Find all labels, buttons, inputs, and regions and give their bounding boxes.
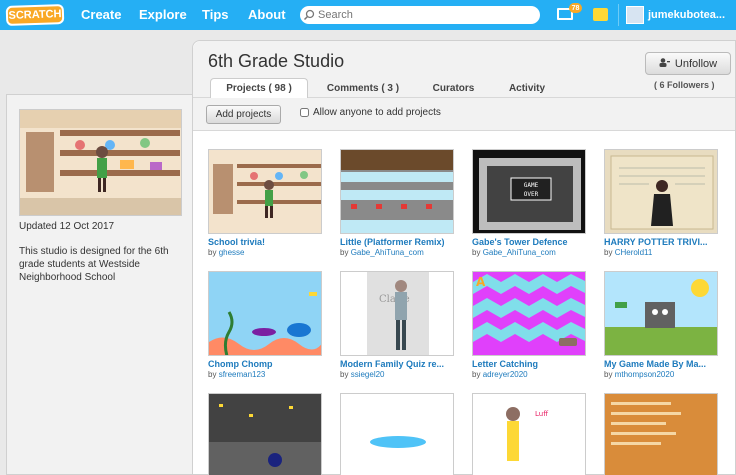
project-card[interactable]: GAME OVER Gabe's Tower Defence by Gabe_A… [472, 149, 586, 257]
studio-title: 6th Grade Studio [208, 51, 345, 71]
project-card[interactable]: Little (Platformer Remix) by Gabe_AhiTun… [340, 149, 454, 257]
project-title[interactable]: Chomp Chomp [208, 359, 322, 369]
project-card[interactable]: Claire Modern Family Quiz re... by ssieg… [340, 271, 454, 379]
project-title[interactable]: Modern Family Quiz re... [340, 359, 454, 369]
nav-create[interactable]: Create [81, 7, 121, 22]
project-thumbnail[interactable] [340, 149, 454, 234]
studio-updated-date: Updated 12 Oct 2017 [19, 221, 115, 232]
project-card[interactable]: School trivia! by ghesse [208, 149, 322, 257]
unfollow-label: Unfollow [674, 57, 718, 70]
user-icon [659, 57, 670, 70]
search-input[interactable] [318, 9, 528, 21]
nav-tips[interactable]: Tips [202, 7, 229, 22]
project-card[interactable]: A Letter Catching by adreyer2020 [472, 271, 586, 379]
project-title[interactable]: HARRY POTTER TRIVI... [604, 237, 718, 247]
scratch-logo[interactable]: SCRATCH [5, 3, 65, 27]
project-thumbnail[interactable] [604, 393, 718, 475]
project-title[interactable]: My Game Made By Ma... [604, 359, 718, 369]
project-byline: by mthompson2020 [604, 370, 718, 379]
project-byline: by Gabe_AhiTuna_com [472, 248, 586, 257]
project-author[interactable]: Gabe_AhiTuna_com [351, 248, 424, 257]
followers-count: ( 6 Followers ) [654, 80, 715, 90]
project-title[interactable]: Letter Catching [472, 359, 586, 369]
svg-text:GAME: GAME [524, 182, 539, 189]
nav-explore[interactable]: Explore [139, 7, 187, 22]
by-label: by [604, 248, 613, 257]
project-title[interactable]: Little (Platformer Remix) [340, 237, 454, 247]
add-projects-button[interactable]: Add projects [206, 105, 281, 124]
by-label: by [604, 370, 613, 379]
avatar[interactable] [626, 6, 644, 24]
allow-anyone-option[interactable]: Allow anyone to add projects [300, 107, 441, 118]
project-card[interactable] [208, 393, 322, 475]
by-label: by [472, 248, 481, 257]
tab-curators[interactable]: Curators [421, 78, 486, 99]
project-author[interactable]: CHerold11 [615, 248, 653, 257]
project-byline: by CHerold11 [604, 248, 718, 257]
project-thumbnail[interactable] [340, 393, 454, 475]
project-byline: by ghesse [208, 248, 322, 257]
studio-thumbnail [19, 109, 182, 216]
luff-label: Luff [535, 410, 548, 418]
tab-activity[interactable]: Activity [497, 78, 557, 99]
project-card[interactable] [604, 393, 718, 475]
tab-projects[interactable]: Projects ( 98 ) [210, 78, 308, 99]
project-thumbnail[interactable] [208, 393, 322, 475]
by-label: by [208, 370, 217, 379]
project-byline: by sfreeman123 [208, 370, 322, 379]
allow-anyone-label: Allow anyone to add projects [313, 107, 441, 118]
project-author[interactable]: sfreeman123 [219, 370, 266, 379]
project-thumbnail[interactable]: A [472, 271, 586, 356]
studio-main-panel: 6th Grade Studio Unfollow ( 6 Followers … [192, 40, 736, 475]
by-label: by [340, 248, 349, 257]
tab-comments[interactable]: Comments ( 3 ) [317, 78, 409, 99]
studio-description: This studio is designed for the 6th grad… [19, 246, 169, 283]
allow-anyone-checkbox[interactable] [300, 108, 309, 117]
project-card[interactable] [340, 393, 454, 475]
project-thumbnail[interactable]: Luff [472, 393, 586, 475]
project-thumbnail[interactable]: Claire [340, 271, 454, 356]
project-card[interactable]: Luff [472, 393, 586, 475]
project-card[interactable]: HARRY POTTER TRIVI... by CHerold11 [604, 149, 718, 257]
search-icon [300, 6, 318, 24]
my-stuff-icon[interactable] [593, 8, 608, 21]
project-author[interactable]: Gabe_AhiTuna_com [483, 248, 556, 257]
search-box[interactable] [300, 6, 540, 24]
project-byline: by adreyer2020 [472, 370, 586, 379]
project-thumbnail[interactable] [604, 149, 718, 234]
projects-toolbar: Add projects Allow anyone to add project… [193, 98, 735, 131]
project-thumbnail[interactable]: GAME OVER [472, 149, 586, 234]
by-label: by [208, 248, 217, 257]
project-title[interactable]: School trivia! [208, 237, 322, 247]
studio-sidebar: Updated 12 Oct 2017 This studio is desig… [6, 94, 193, 475]
letter-a-label: A [476, 275, 486, 289]
nav-about[interactable]: About [248, 7, 286, 22]
project-author[interactable]: adreyer2020 [483, 370, 528, 379]
by-label: by [340, 370, 349, 379]
project-author[interactable]: ssiegel20 [351, 370, 385, 379]
project-author[interactable]: mthompson2020 [615, 370, 675, 379]
project-byline: by Gabe_AhiTuna_com [340, 248, 454, 257]
top-nav-bar: SCRATCH Create Explore Tips About 78 jum… [0, 0, 736, 30]
message-count-badge: 78 [569, 3, 582, 13]
project-thumbnail[interactable] [208, 149, 322, 234]
project-author[interactable]: ghesse [219, 248, 245, 257]
project-card[interactable]: My Game Made By Ma... by mthompson2020 [604, 271, 718, 379]
project-card[interactable]: Chomp Chomp by sfreeman123 [208, 271, 322, 379]
nav-divider [618, 4, 619, 26]
project-thumbnail[interactable] [208, 271, 322, 356]
project-thumbnail[interactable] [604, 271, 718, 356]
by-label: by [472, 370, 481, 379]
username[interactable]: jumekubotea... [648, 9, 725, 21]
svg-text:OVER: OVER [524, 191, 539, 198]
project-byline: by ssiegel20 [340, 370, 454, 379]
project-title[interactable]: Gabe's Tower Defence [472, 237, 586, 247]
studio-header: 6th Grade Studio Unfollow ( 6 Followers … [193, 41, 735, 99]
unfollow-button[interactable]: Unfollow [645, 52, 731, 75]
